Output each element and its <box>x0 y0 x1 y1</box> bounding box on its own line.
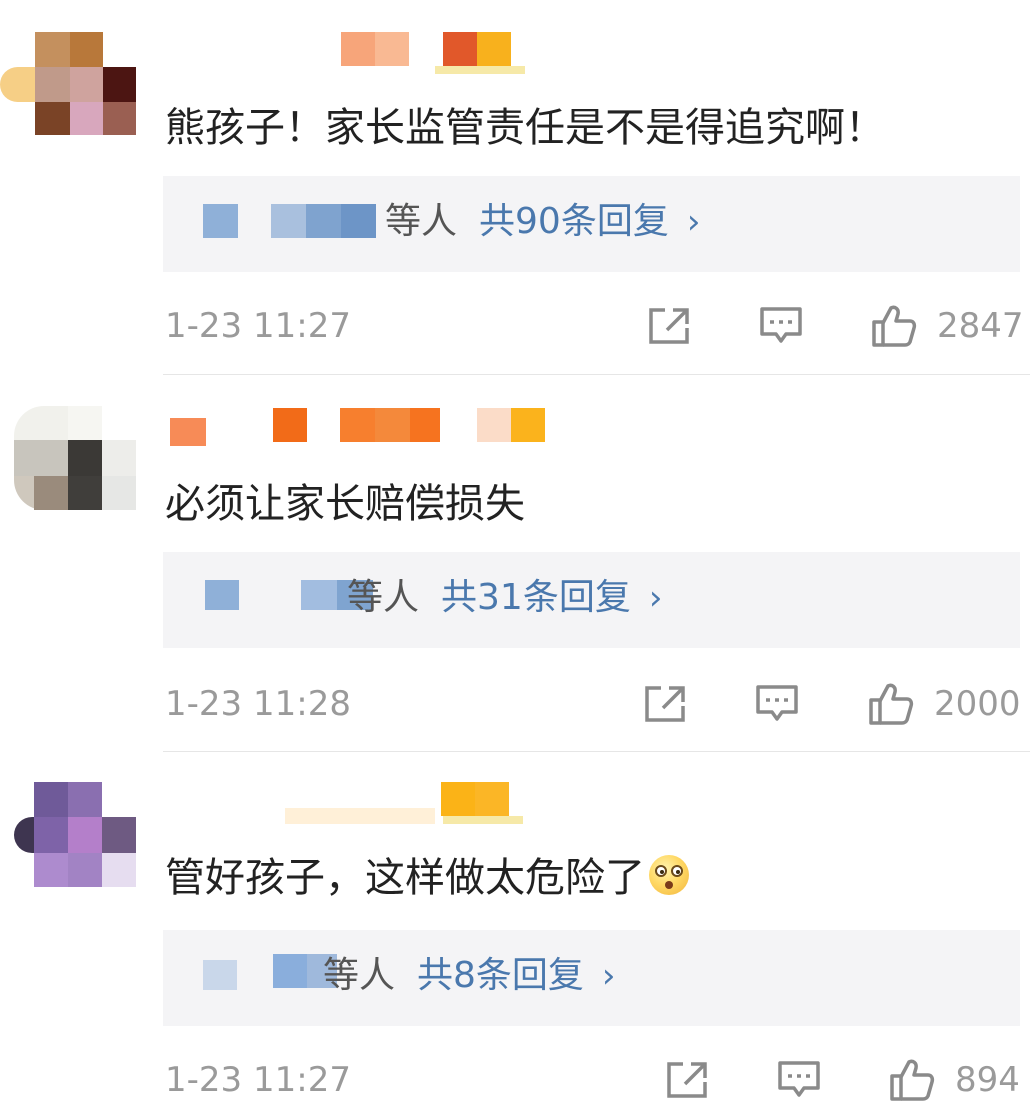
astonished-face-emoji <box>649 855 689 895</box>
username-pixelated[interactable] <box>165 32 545 80</box>
comment-icon[interactable] <box>759 306 803 346</box>
reply-summary-box[interactable]: 等人 共90条回复 › <box>163 176 1020 272</box>
comment-text-body: 熊孩子！家长监管责任是不是得追究啊！ <box>165 105 885 151</box>
chevron-right-icon[interactable]: › <box>602 956 616 996</box>
reply-count-link[interactable]: 共31条回复 <box>441 577 631 618</box>
avatar[interactable] <box>0 406 140 536</box>
comment-icon[interactable] <box>755 684 799 724</box>
timestamp: 1-23 11:27 <box>165 1060 351 1100</box>
replier-names-pixelated <box>193 200 393 248</box>
username-pixelated[interactable] <box>165 782 545 830</box>
comment-item: 管好孩子，这样做太危险了 等人 共8条回复 › 1-23 11:27 894 <box>0 752 1030 1120</box>
like-button[interactable]: 894 <box>889 1056 1025 1104</box>
timestamp: 1-23 11:28 <box>165 684 351 724</box>
comment-icon[interactable] <box>777 1060 821 1100</box>
like-count: 2000 <box>934 684 1021 724</box>
thumbs-up-icon <box>890 1059 935 1101</box>
comment-text-body: 管好孩子，这样做太危险了 <box>165 855 645 901</box>
thumbs-up-icon <box>869 683 914 725</box>
comment-text: 管好孩子，这样做太危险了 <box>165 854 689 902</box>
divider <box>163 374 1030 375</box>
chevron-right-icon[interactable]: › <box>649 578 663 618</box>
timestamp: 1-23 11:27 <box>165 306 351 346</box>
like-button[interactable]: 2000 <box>868 680 1025 728</box>
share-icon[interactable] <box>665 1060 709 1100</box>
share-icon[interactable] <box>643 684 687 724</box>
replier-suffix: 等人 <box>347 577 420 618</box>
avatar[interactable] <box>0 20 140 150</box>
reply-count-link[interactable]: 共8条回复 <box>417 955 584 996</box>
comment-text: 熊孩子！家长监管责任是不是得追究啊！ <box>165 104 885 152</box>
username-pixelated[interactable] <box>165 408 565 456</box>
replier-suffix: 等人 <box>385 201 458 242</box>
comment-meta-bar: 1-23 11:27 2847 <box>165 302 1025 350</box>
like-button[interactable]: 2847 <box>871 302 1025 350</box>
comment-item: 必须让家长赔偿损失 等人 共31条回复 › 1-23 11:28 2000 <box>0 376 1030 751</box>
reply-summary-box[interactable]: 等人 共31条回复 › <box>163 552 1020 648</box>
chevron-right-icon[interactable]: › <box>687 202 701 242</box>
like-count: 894 <box>955 1060 1020 1100</box>
replier-names-pixelated <box>193 576 373 624</box>
reply-count-link[interactable]: 共90条回复 <box>479 201 669 242</box>
share-icon[interactable] <box>647 306 691 346</box>
thumbs-up-icon <box>872 305 917 347</box>
comment-text: 必须让家长赔偿损失 <box>165 480 525 528</box>
reply-summary-box[interactable]: 等人 共8条回复 › <box>163 930 1020 1026</box>
replier-suffix: 等人 <box>323 955 396 996</box>
comment-meta-bar: 1-23 11:27 894 <box>165 1056 1025 1104</box>
like-count: 2847 <box>937 306 1024 346</box>
comment-text-body: 必须让家长赔偿损失 <box>165 481 525 527</box>
comment-item: 熊孩子！家长监管责任是不是得追究啊！ 等人 共90条回复 › 1-23 11:27 … <box>0 0 1030 375</box>
comment-meta-bar: 1-23 11:28 2000 <box>165 680 1025 728</box>
avatar[interactable] <box>0 782 140 912</box>
